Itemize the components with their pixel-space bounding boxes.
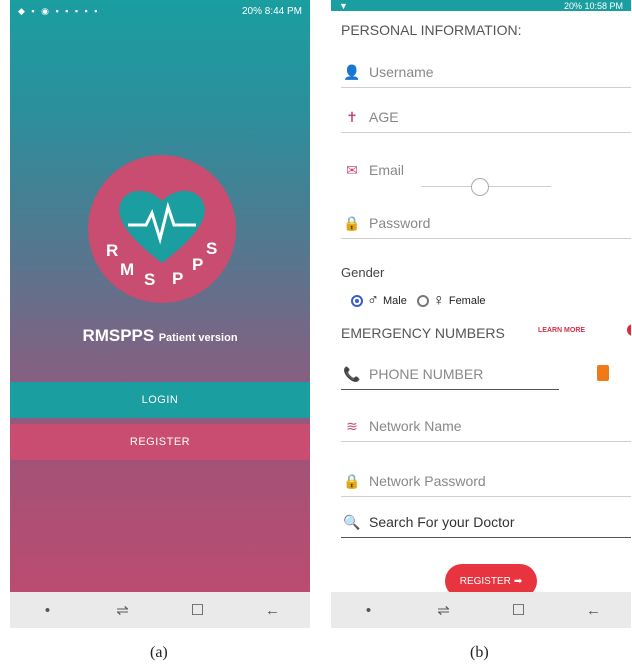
home-icon[interactable]: ☐ [499, 601, 539, 619]
female-radio[interactable] [416, 295, 429, 307]
home-icon[interactable]: ☐ [178, 601, 218, 619]
battery-level: 20% [241, 5, 262, 17]
caption-b: (b) [470, 644, 489, 661]
wifi-icon: ≋ [346, 417, 358, 434]
logo-letter: S [206, 239, 218, 258]
email-placeholder: Email [369, 162, 405, 178]
underline [341, 132, 631, 133]
screen-b: ▼ 20% 10:58 PM PERSONAL INFORMATION: 👤 U… [331, 0, 631, 628]
network-name-placeholder: Network Name [369, 418, 462, 434]
mail-icon: ✉ [346, 161, 358, 178]
age-placeholder: AGE [369, 109, 399, 125]
phone-placeholder: PHONE NUMBER [369, 366, 484, 382]
register-label: REGISTER [459, 575, 511, 587]
lock-icon: 🔒 [343, 472, 361, 489]
underline [341, 537, 631, 538]
underline [341, 238, 631, 239]
status-bar: ◆ ▪ ◉ ▪ ▪ ▪ ▪ ▪ 20% 8:44 PM [10, 0, 310, 22]
search-doctor-placeholder: Search For your Doctor [369, 514, 515, 530]
app-subtitle: Patient version [158, 332, 238, 344]
back-icon[interactable]: ← [253, 602, 293, 619]
toggle-dot[interactable] [627, 324, 631, 336]
underline [341, 87, 631, 88]
dot-icon[interactable]: • [349, 602, 389, 619]
username-field[interactable]: 👤 Username [341, 56, 631, 88]
gender-label: Gender [341, 265, 385, 280]
status-time: 8:44 PM [264, 5, 302, 17]
username-placeholder: Username [369, 64, 434, 80]
search-doctor-field[interactable]: 🔍 Search For your Doctor [341, 506, 631, 538]
recent-apps-icon[interactable]: ⇌ [103, 601, 143, 619]
app-name: RMSPPS [82, 326, 155, 345]
password-field[interactable]: 🔒 Password [341, 207, 631, 239]
caption-a: (a) [150, 644, 168, 661]
slider-knob[interactable] [471, 178, 489, 196]
nav-bar: • ⇌ ☐ ← [331, 592, 631, 628]
back-icon[interactable]: ← [574, 602, 614, 619]
person-icon: ✝ [346, 108, 358, 125]
status-time: 10:58 PM [584, 0, 623, 11]
contact-book-icon[interactable] [597, 365, 609, 381]
logo-letter: R [106, 241, 119, 260]
phone-icon: 📞 [343, 365, 361, 382]
gender-options: ♂ Male ♀ Female [351, 292, 486, 310]
login-button[interactable]: LOGIN [10, 382, 310, 418]
app-logo: R M S P P S [88, 155, 236, 303]
dot-icon[interactable]: • [28, 602, 68, 619]
learn-more-link[interactable]: LEARN MORE [538, 327, 585, 334]
notification-icons: ◆ ▪ ◉ ▪ ▪ ▪ ▪ ▪ [18, 5, 100, 16]
user-icon: 👤 [343, 63, 361, 80]
logo-letter: P [172, 269, 184, 288]
password-placeholder: Password [369, 215, 431, 231]
app-title: RMSPPS Patient version [10, 326, 310, 346]
male-label: Male [383, 295, 407, 307]
emergency-title: EMERGENCY NUMBERS [341, 325, 505, 341]
arrow-right-icon: ➡ [513, 575, 523, 587]
male-icon: ♂ [367, 292, 379, 309]
female-icon: ♀ [432, 292, 445, 309]
underline [341, 496, 631, 497]
heart-icon [119, 190, 205, 263]
register-button[interactable]: REGISTER [10, 424, 310, 460]
status-bar: ▼ 20% 10:58 PM [331, 0, 631, 11]
personal-info-title: PERSONAL INFORMATION: [341, 22, 522, 38]
lock-icon: 🔒 [343, 214, 361, 231]
search-icon: 🔍 [343, 513, 361, 530]
female-label: Female [448, 295, 486, 307]
logo-letter: S [144, 270, 156, 289]
recent-apps-icon[interactable]: ⇌ [424, 601, 464, 619]
notification-icons: ▼ [339, 0, 348, 11]
network-password-placeholder: Network Password [369, 473, 486, 489]
phone-number-field[interactable]: 📞 PHONE NUMBER [341, 358, 559, 390]
nav-bar: • ⇌ ☐ ← [10, 592, 310, 628]
logo-letter: P [192, 255, 204, 274]
network-password-field[interactable]: 🔒 Network Password [341, 465, 631, 497]
underline [341, 441, 631, 442]
age-field[interactable]: ✝ AGE [341, 101, 631, 133]
battery-level: 20% [563, 0, 582, 11]
underline [341, 389, 559, 390]
male-radio[interactable] [351, 295, 363, 307]
network-name-field[interactable]: ≋ Network Name [341, 410, 631, 442]
logo-letter: M [120, 260, 135, 279]
screen-a: ◆ ▪ ◉ ▪ ▪ ▪ ▪ ▪ 20% 8:44 PM R M S P P S … [10, 0, 310, 628]
